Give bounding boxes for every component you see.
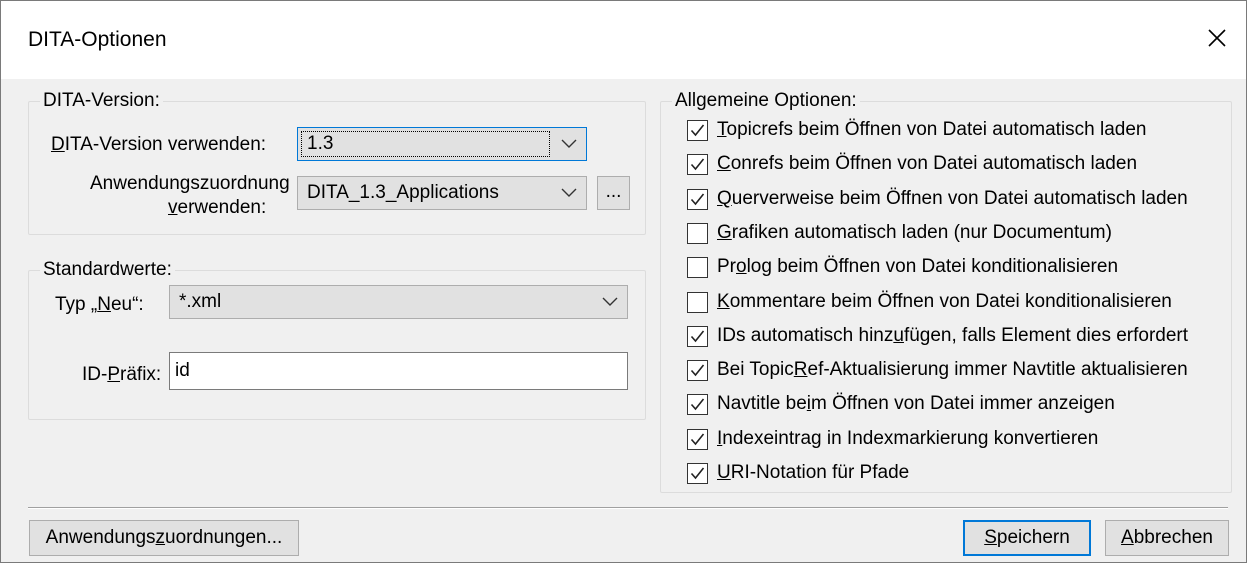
checkmark-icon <box>690 398 705 411</box>
footer-separator <box>28 507 1228 509</box>
checkmark-icon <box>690 158 705 171</box>
app-mapping-value: DITA_1.3_Applications <box>307 182 499 203</box>
option-checkbox-row[interactable]: IDs automatisch hinzufügen, falls Elemen… <box>687 324 1227 354</box>
checkbox-label: IDs automatisch hinzufügen, falls Elemen… <box>717 325 1189 346</box>
title-bar: DITA-Optionen <box>1 1 1246 79</box>
checkbox[interactable] <box>687 463 708 484</box>
checkbox-label: URI-Notation für Pfade <box>717 462 910 483</box>
checkmark-icon <box>690 330 705 343</box>
browse-button-label: ... <box>605 181 622 202</box>
checkbox-label: Kommentare beim Öffnen von Datei konditi… <box>717 291 1172 312</box>
checkmark-icon <box>690 193 705 206</box>
chevron-down-icon <box>561 139 577 148</box>
dialog-title: DITA-Optionen <box>28 28 167 51</box>
dita-version-value: 1.3 <box>307 133 334 154</box>
option-checkbox-row[interactable]: Bei TopicRef-Aktualisierung immer Navtit… <box>687 358 1227 388</box>
option-checkbox-row[interactable]: Conrefs beim Öffnen von Datei automatisc… <box>687 152 1227 182</box>
checkmark-icon <box>690 433 705 446</box>
checkbox[interactable] <box>687 189 708 210</box>
checkbox-label: Conrefs beim Öffnen von Datei automatisc… <box>717 153 1138 174</box>
chevron-down-icon <box>561 188 577 197</box>
focus-rectangle <box>301 131 550 157</box>
browse-app-mapping-button[interactable]: ... <box>597 176 630 210</box>
general-options-legend: Allgemeine Optionen: <box>672 90 860 112</box>
option-checkbox-row[interactable]: URI-Notation für Pfade <box>687 461 1227 491</box>
checkmark-icon <box>690 467 705 480</box>
checkbox[interactable] <box>687 429 708 450</box>
checkbox-label: Prolog beim Öffnen von Datei konditional… <box>717 256 1119 277</box>
checkbox[interactable] <box>687 223 708 244</box>
checkbox-label: Indexeintrag in Indexmarkierung konverti… <box>717 428 1099 449</box>
id-prefix-label: ID-Präfix: <box>82 364 162 385</box>
save-button[interactable]: Speichern <box>963 520 1091 556</box>
type-new-label: Typ „Neu“: <box>55 294 144 315</box>
option-checkbox-row[interactable]: Prolog beim Öffnen von Datei konditional… <box>687 255 1227 285</box>
chevron-down-icon <box>602 297 618 306</box>
option-checkbox-row[interactable]: Indexeintrag in Indexmarkierung konverti… <box>687 427 1227 457</box>
option-checkbox-row[interactable]: Kommentare beim Öffnen von Datei konditi… <box>687 290 1227 320</box>
checkbox-label: Topicrefs beim Öffnen von Datei automati… <box>717 119 1147 140</box>
type-new-value: *.xml <box>179 291 222 312</box>
defaults-legend: Standardwerte: <box>40 259 175 281</box>
checkbox-label: Grafiken automatisch laden (nur Document… <box>717 222 1112 243</box>
cancel-button[interactable]: Abbrechen <box>1105 520 1229 556</box>
checkbox[interactable] <box>687 326 708 347</box>
dita-version-select[interactable]: 1.3 <box>297 127 587 161</box>
id-prefix-input[interactable]: id <box>169 352 628 390</box>
checkbox[interactable] <box>687 257 708 278</box>
checkbox[interactable] <box>687 360 708 381</box>
app-mappings-button[interactable]: Anwendungszuordnungen... <box>29 520 299 556</box>
checkmark-icon <box>690 364 705 377</box>
dita-version-legend: DITA-Version: <box>40 90 163 112</box>
option-checkbox-row[interactable]: Topicrefs beim Öffnen von Datei automati… <box>687 118 1227 148</box>
close-button[interactable] <box>1194 15 1240 61</box>
option-checkbox-row[interactable]: Grafiken automatisch laden (nur Document… <box>687 221 1227 251</box>
close-icon <box>1208 29 1226 47</box>
app-mapping-label-line2: verwenden: <box>168 197 267 218</box>
option-checkbox-row[interactable]: Navtitle beim Öffnen von Datei immer anz… <box>687 392 1227 422</box>
checkbox-label: Bei TopicRef-Aktualisierung immer Navtit… <box>717 359 1188 380</box>
checkbox-label: Querverweise beim Öffnen von Datei autom… <box>717 188 1188 209</box>
checkbox-label: Navtitle beim Öffnen von Datei immer anz… <box>717 393 1115 414</box>
dita-version-label: DITA-Version verwenden: <box>51 134 267 155</box>
app-mapping-label-line1: Anwendungszuordnung <box>90 173 290 194</box>
checkbox[interactable] <box>687 154 708 175</box>
checkbox[interactable] <box>687 120 708 141</box>
checkbox[interactable] <box>687 394 708 415</box>
checkbox[interactable] <box>687 292 708 313</box>
dita-options-dialog: DITA-Optionen DITA-Version: DITA-Version… <box>0 0 1247 563</box>
type-new-select[interactable]: *.xml <box>169 285 628 319</box>
app-mapping-select[interactable]: DITA_1.3_Applications <box>297 176 587 210</box>
checkmark-icon <box>690 124 705 137</box>
dita-version-group: DITA-Version: <box>28 90 646 235</box>
option-checkbox-row[interactable]: Querverweise beim Öffnen von Datei autom… <box>687 187 1227 217</box>
